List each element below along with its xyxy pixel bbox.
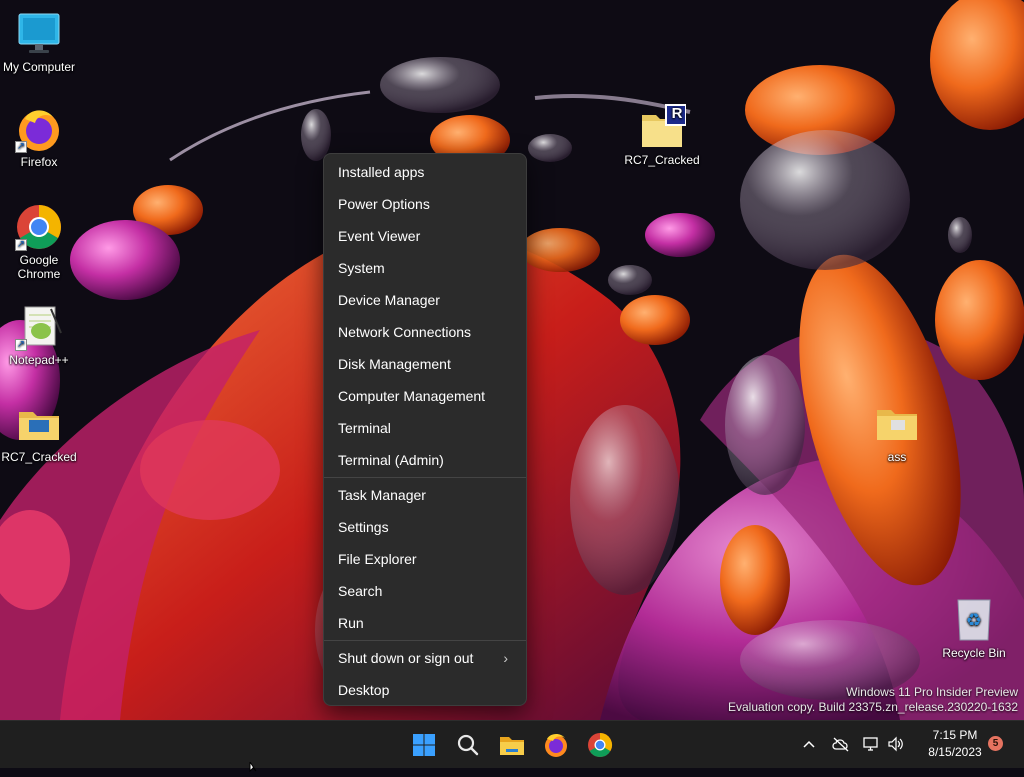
- menu-item-task-manager[interactable]: Task Manager: [328, 480, 522, 510]
- clock-button[interactable]: 7:15 PM 8/15/2023: [916, 727, 994, 761]
- monitor-icon: [15, 10, 63, 58]
- search-icon: [457, 734, 479, 756]
- desktop-icon-label: RC7_Cracked: [1, 450, 77, 464]
- chrome-icon: ↗: [15, 203, 63, 251]
- shortcut-arrow-icon: ↗: [15, 141, 27, 153]
- notification-badge[interactable]: 5: [988, 736, 1003, 751]
- rar-archive-icon: R: [638, 103, 687, 151]
- shortcut-arrow-icon: ↗: [15, 239, 27, 251]
- menu-item-terminal[interactable]: Terminal: [328, 413, 522, 443]
- clock-time: 7:15 PM: [932, 728, 978, 742]
- watermark-edition: Windows 11 Pro Insider Preview: [846, 685, 1018, 699]
- desktop-icon-label: Recycle Bin: [942, 646, 1006, 660]
- taskbar-file-explorer-button[interactable]: [494, 727, 530, 763]
- desktop-icon-rc7-cracked-folder[interactable]: RC7_Cracked: [1, 400, 77, 464]
- mouse-cursor-icon: [249, 759, 261, 777]
- chrome-icon: [588, 733, 613, 758]
- desktop-icon-label: Google Chrome: [17, 253, 61, 281]
- svg-text:♻: ♻: [966, 610, 982, 630]
- windows-build-watermark: Windows 11 Pro Insider Preview Evaluatio…: [728, 685, 1018, 715]
- firefox-icon: ↗: [15, 105, 63, 153]
- menu-item-event-viewer[interactable]: Event Viewer: [328, 221, 522, 251]
- menu-item-shut-down-or-sign-out[interactable]: Shut down or sign out ›: [328, 643, 522, 673]
- menu-item-label: Shut down or sign out: [338, 650, 474, 666]
- watermark-build: Evaluation copy. Build 23375.zn_release.…: [728, 700, 1018, 714]
- network-icon: [863, 737, 878, 751]
- desktop-icon-recycle-bin[interactable]: ♻ Recycle Bin: [936, 596, 1012, 660]
- firefox-icon: [545, 733, 567, 757]
- desktop-icon-rc7-cracked-archive[interactable]: R RC7_Cracked: [624, 103, 700, 167]
- notepad-plus-plus-icon: ↗: [15, 303, 63, 351]
- taskbar-search-button[interactable]: [450, 727, 486, 763]
- show-hidden-icons-button[interactable]: [800, 735, 818, 756]
- menu-item-settings[interactable]: Settings: [328, 512, 522, 542]
- cloud-offline-icon: [832, 737, 849, 752]
- clock-date: 8/15/2023: [928, 745, 982, 759]
- desktop-icon-label: ass: [887, 450, 907, 464]
- start-icon: [413, 734, 435, 756]
- folder-icon: [873, 400, 921, 448]
- shortcut-arrow-icon: ↗: [15, 339, 27, 351]
- menu-item-disk-management[interactable]: Disk Management: [328, 349, 522, 379]
- desktop-icon-ass[interactable]: ass: [859, 400, 935, 464]
- menu-item-device-manager[interactable]: Device Manager: [328, 285, 522, 315]
- onedrive-tray-button[interactable]: [831, 735, 851, 756]
- menu-item-terminal-admin[interactable]: Terminal (Admin): [328, 445, 522, 475]
- menu-item-system[interactable]: System: [328, 253, 522, 283]
- taskbar-firefox-button[interactable]: [538, 727, 574, 763]
- menu-item-file-explorer[interactable]: File Explorer: [328, 544, 522, 574]
- desktop-icon-notepad-plus-plus[interactable]: ↗ Notepad++: [1, 303, 77, 367]
- recycle-bin-icon: ♻: [950, 596, 998, 644]
- menu-item-installed-apps[interactable]: Installed apps: [328, 157, 522, 187]
- menu-item-search[interactable]: Search: [328, 576, 522, 606]
- desktop-icon-label: Notepad++: [9, 353, 69, 367]
- menu-item-network-connections[interactable]: Network Connections: [328, 317, 522, 347]
- menu-separator: [324, 640, 526, 641]
- volume-tray-button[interactable]: [886, 735, 904, 756]
- desktop-icon-label: Firefox: [20, 155, 58, 169]
- rar-letter: R: [671, 105, 683, 122]
- desktop-icon-label: RC7_Cracked: [624, 153, 700, 167]
- start-context-menu: Installed apps Power Options Event Viewe…: [323, 153, 527, 706]
- menu-item-run[interactable]: Run: [328, 608, 522, 638]
- chevron-right-icon: ›: [503, 650, 508, 666]
- taskbar: 7:15 PM 8/15/2023: [0, 720, 1024, 768]
- desktop-icon-label: My Computer: [2, 60, 76, 74]
- file-explorer-icon: [500, 737, 524, 755]
- start-button[interactable]: [406, 727, 442, 763]
- menu-item-desktop[interactable]: Desktop: [328, 675, 522, 705]
- taskbar-chrome-button[interactable]: [582, 727, 618, 763]
- network-tray-button[interactable]: [862, 735, 880, 756]
- desktop-icon-google-chrome[interactable]: ↗ Google Chrome: [1, 203, 77, 281]
- desktop-icon-my-computer[interactable]: My Computer: [1, 10, 77, 74]
- chevron-up-icon: [803, 740, 815, 748]
- folder-icon: [15, 400, 63, 448]
- menu-item-power-options[interactable]: Power Options: [328, 189, 522, 219]
- desktop-icon-firefox[interactable]: ↗ Firefox: [1, 105, 77, 169]
- menu-separator: [324, 477, 526, 478]
- menu-item-computer-management[interactable]: Computer Management: [328, 381, 522, 411]
- speaker-icon: [888, 736, 903, 752]
